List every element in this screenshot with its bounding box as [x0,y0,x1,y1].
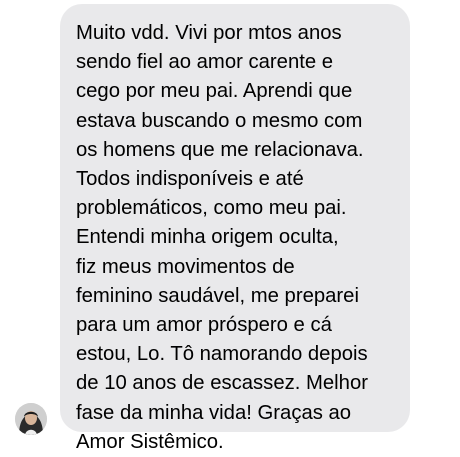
avatar[interactable] [15,403,47,435]
chat-message-row: Muito vdd. Vivi por mtos anos sendo fiel… [0,0,460,453]
profile-photo-icon [15,403,47,435]
message-bubble[interactable]: Muito vdd. Vivi por mtos anos sendo fiel… [60,4,410,453]
message-text: Muito vdd. Vivi por mtos anos sendo fiel… [76,22,368,453]
